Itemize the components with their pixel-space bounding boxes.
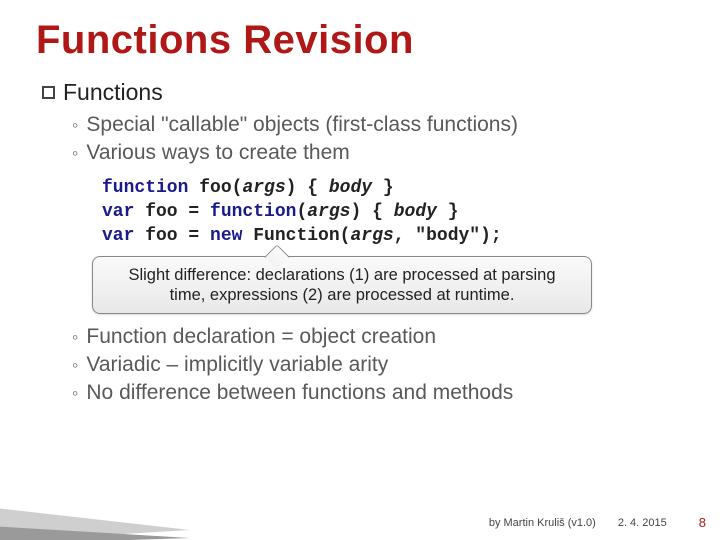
keyword: var bbox=[102, 226, 134, 246]
callout-wrap: Slight difference: declarations (1) are … bbox=[92, 256, 684, 314]
bullet-text: No difference between functions and meth… bbox=[86, 380, 513, 406]
code-text: ) { bbox=[286, 178, 329, 198]
bullet-text: Various ways to create them bbox=[86, 140, 349, 166]
code-text: Function( bbox=[242, 226, 350, 246]
code-text: foo( bbox=[188, 178, 242, 198]
callout-box: Slight difference: declarations (1) are … bbox=[92, 256, 592, 314]
footer-date: 2. 4. 2015 bbox=[618, 517, 667, 529]
caret-icon: ◦ bbox=[72, 352, 78, 378]
code-line-3: var foo = new Function(args, "body"); bbox=[102, 224, 684, 248]
bullet-top-0: ◦ Special "callable" objects (first-clas… bbox=[72, 112, 684, 138]
bullet-bottom-1: ◦ Variadic – implicitly variable arity bbox=[72, 352, 684, 378]
slide-title: Functions Revision bbox=[36, 18, 684, 63]
code-text: } bbox=[437, 202, 459, 222]
code-block: function foo(args) { body } var foo = fu… bbox=[102, 176, 684, 248]
footer-author: by Martin Kruliš (v1.0) bbox=[489, 517, 596, 529]
code-text: ( bbox=[296, 202, 307, 222]
section-row: Functions bbox=[42, 79, 684, 106]
caret-icon: ◦ bbox=[72, 112, 78, 138]
bullet-box-icon bbox=[42, 86, 55, 99]
code-text: , bbox=[394, 226, 416, 246]
code-arg: args bbox=[350, 226, 393, 246]
keyword: new bbox=[210, 226, 242, 246]
callout-text: Slight difference: declarations (1) are … bbox=[128, 266, 555, 304]
code-text: ); bbox=[480, 226, 502, 246]
code-text: ) { bbox=[350, 202, 393, 222]
slide: Functions Revision Functions ◦ Special "… bbox=[0, 0, 720, 540]
bullet-bottom-0: ◦ Function declaration = object creation bbox=[72, 324, 684, 350]
caret-icon: ◦ bbox=[72, 140, 78, 166]
code-str: "body" bbox=[415, 226, 480, 246]
caret-icon: ◦ bbox=[72, 380, 78, 406]
code-text: foo = bbox=[134, 202, 210, 222]
bullet-top-1: ◦ Various ways to create them bbox=[72, 140, 684, 166]
caret-icon: ◦ bbox=[72, 324, 78, 350]
bullet-text: Special "callable" objects (first-class … bbox=[86, 112, 518, 138]
code-text: foo = bbox=[134, 226, 210, 246]
code-body: body bbox=[329, 178, 372, 198]
lower-bullets: ◦ Function declaration = object creation… bbox=[36, 324, 684, 406]
bullet-text: Variadic – implicitly variable arity bbox=[86, 352, 388, 378]
code-arg: args bbox=[307, 202, 350, 222]
keyword: function bbox=[102, 178, 188, 198]
code-text: } bbox=[372, 178, 394, 198]
section-label: Functions bbox=[63, 79, 163, 106]
bullet-bottom-2: ◦ No difference between functions and me… bbox=[72, 380, 684, 406]
page-number: 8 bbox=[699, 515, 706, 530]
keyword: function bbox=[210, 202, 296, 222]
keyword: var bbox=[102, 202, 134, 222]
code-body: body bbox=[394, 202, 437, 222]
footer: by Martin Kruliš (v1.0) 2. 4. 2015 8 bbox=[0, 515, 720, 530]
bullet-text: Function declaration = object creation bbox=[86, 324, 436, 350]
code-arg: args bbox=[242, 178, 285, 198]
code-line-1: function foo(args) { body } bbox=[102, 176, 684, 200]
code-line-2: var foo = function(args) { body } bbox=[102, 200, 684, 224]
